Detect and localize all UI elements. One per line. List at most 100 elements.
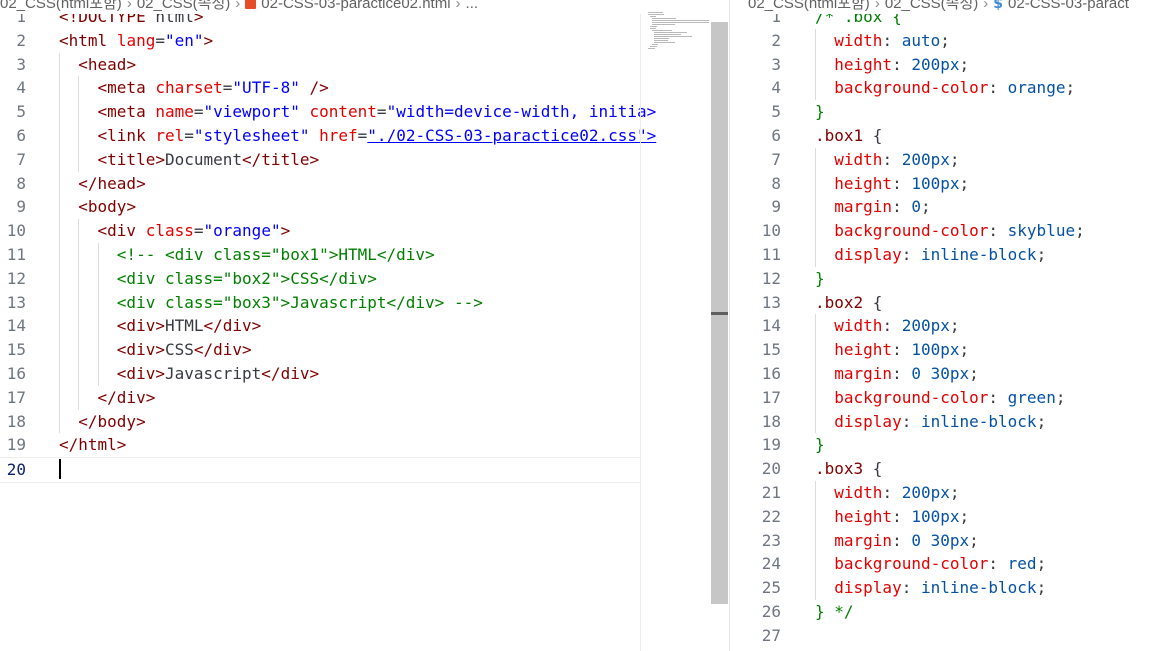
breadcrumb-folder[interactable]: 02_CSS(html포함) [0,0,122,12]
code-line[interactable]: 16 margin: 0 30px; [730,362,1162,386]
code-editor[interactable]: 1 <!DOCTYPE html> 2 <html lang="en"> 3 <head… [0,14,728,651]
code-line[interactable]: 4 <meta charset="UTF-8" /> [0,76,728,100]
editor-edge-divider [640,14,641,651]
code-text: width: 200px; [834,149,960,169]
code-line[interactable]: 12} [730,267,1162,291]
code-line[interactable]: 7 width: 200px; [730,148,1162,172]
code-line[interactable]: 4 background-color: orange; [730,76,1162,100]
indent-guide [815,481,816,600]
indent-guide [97,243,99,386]
indent-guide [815,314,816,434]
code-text: } [815,435,825,455]
breadcrumb-file[interactable]: 02-CSS-03-paractice02.html [261,0,450,12]
minimap-line [652,24,675,25]
code-line[interactable]: 20 .box3 { [730,457,1162,481]
line-number: 22 [761,506,781,526]
line-number: 4 [771,78,781,98]
minimap-line [650,46,657,47]
breadcrumb-folder[interactable]: 02_CSS(속성) [137,0,230,12]
code-text: <html lang="en"> [59,30,214,50]
code-line[interactable]: 14 width: 200px; [730,314,1162,338]
code-text: </div> [97,387,156,407]
code-text: .box2 { [815,292,883,312]
code-text: background-color: orange; [834,78,1076,98]
code-text: height: 100px; [834,173,970,193]
code-line[interactable]: 1 /* .box { [730,14,1162,29]
code-line[interactable]: 26} */ [730,600,1162,624]
code-text: margin: 0; [834,197,931,217]
code-line[interactable]: 17 background-color: green; [730,386,1162,410]
code-line[interactable]: 1 <!DOCTYPE html> [0,14,728,29]
code-editor[interactable]: 1/* .box {2 width: auto; 3 height: 200px;… [730,14,1162,651]
code-text [59,458,61,482]
code-line[interactable]: 8 height: 100px; [730,172,1162,196]
code-line[interactable]: 16 <div>Javascript</div> [0,362,728,386]
code-line[interactable]: 7 <title>Document</title> [0,148,728,172]
code-line[interactable]: 6 .box1 { [730,124,1162,148]
chevron-right-icon: › [983,0,989,12]
code-line[interactable]: 25 display: inline-block; [730,576,1162,600]
code-line[interactable]: 3 height: 200px; [730,53,1162,77]
minimap-line [652,30,672,31]
breadcrumb-file[interactable]: 02-CSS-03-paract [1008,0,1129,12]
code-line[interactable]: 24 background-color: red; [730,552,1162,576]
code-line[interactable]: 13 .box2 { [730,291,1162,315]
line-number: 8 [16,173,26,193]
code-text: display: inline-block; [834,245,1047,264]
code-line[interactable]: 12 <div class="box2">CSS</div> [0,267,728,291]
code-line[interactable]: 17 </div> [0,386,728,410]
code-line[interactable]: 18 </body> [0,410,728,434]
indent-guide [815,28,816,101]
code-line[interactable]: 21 width: 200px; [730,481,1162,505]
code-line[interactable]: 5} [730,100,1162,124]
line-number: 23 [761,530,781,550]
code-line[interactable]: 22 height: 100px; [730,505,1162,529]
code-line[interactable]: 19} [730,433,1162,457]
breadcrumb-symbol[interactable]: ... [466,0,479,12]
code-line[interactable]: 9 <body> [0,195,728,219]
minimap-line [654,32,687,33]
code-line[interactable]: 2 <html lang="en"> [0,29,728,53]
code-line[interactable]: 19 </html> [0,433,728,457]
code-line[interactable]: 23 margin: 0 30px; [730,529,1162,553]
code-line[interactable]: 8 </head> [0,172,728,196]
minimap-line [648,12,663,13]
code-line[interactable]: 27 [730,624,1162,648]
line-number: 9 [16,197,26,217]
breadcrumb: 02_CSS(html포함) › 02_CSS(속성) › 02-CSS-03-para… [0,0,478,14]
code-line[interactable]: 11 display: inline-block; [730,243,1162,267]
minimap[interactable] [648,12,710,52]
minimap-line [648,48,655,49]
code-line[interactable]: 14 <div>HTML</div> [0,314,728,338]
code-line[interactable]: 18 display: inline-block; [730,410,1162,434]
code-line[interactable]: 5 <meta name="viewport" content="width=d… [0,100,728,124]
line-number: 13 [6,292,26,312]
code-text: height: 200px; [834,54,970,74]
code-text: </body> [78,411,146,431]
code-text: } */ [815,602,854,621]
minimap-line [648,14,664,15]
code-line[interactable]: 15 height: 100px; [730,338,1162,362]
code-line[interactable]: 2 width: auto; [730,29,1162,53]
code-text: <body> [78,197,137,217]
code-line[interactable]: 15 <div>CSS</div> [0,338,728,362]
line-number: 6 [16,126,26,145]
code-line[interactable]: 6 <link rel="stylesheet" href="./02-CSS-… [0,124,728,148]
code-line[interactable]: 10 <div class="orange"> [0,219,728,243]
line-number: 7 [16,149,26,169]
line-number: 21 [761,483,781,502]
breadcrumb-folder[interactable]: 02_CSS(속성) [885,0,978,12]
code-text: /* .box { [815,14,902,26]
code-line[interactable]: 9 margin: 0; [730,195,1162,219]
code-text: .box1 { [815,126,883,145]
code-line[interactable]: 20 [0,457,640,483]
code-line[interactable]: 3 <head> [0,53,728,77]
css-editor-pane[interactable]: 02_CSS(html포함) › 02_CSS(속성) › $02-CSS-03-par… [729,0,1162,651]
breadcrumb-folder[interactable]: 02_CSS(html포함) [748,0,870,12]
code-line[interactable]: 10 background-color: skyblue; [730,219,1162,243]
html-editor-pane[interactable]: 02_CSS(html포함) › 02_CSS(속성) › 02-CSS-03-para… [0,0,728,651]
code-text: height: 100px; [834,340,970,360]
code-line[interactable]: 11 <!-- <div class="box1">HTML</div> [0,243,728,267]
code-line[interactable]: 13 <div class="box3">Javascript</div> --… [0,291,728,315]
line-number: 11 [761,245,781,264]
